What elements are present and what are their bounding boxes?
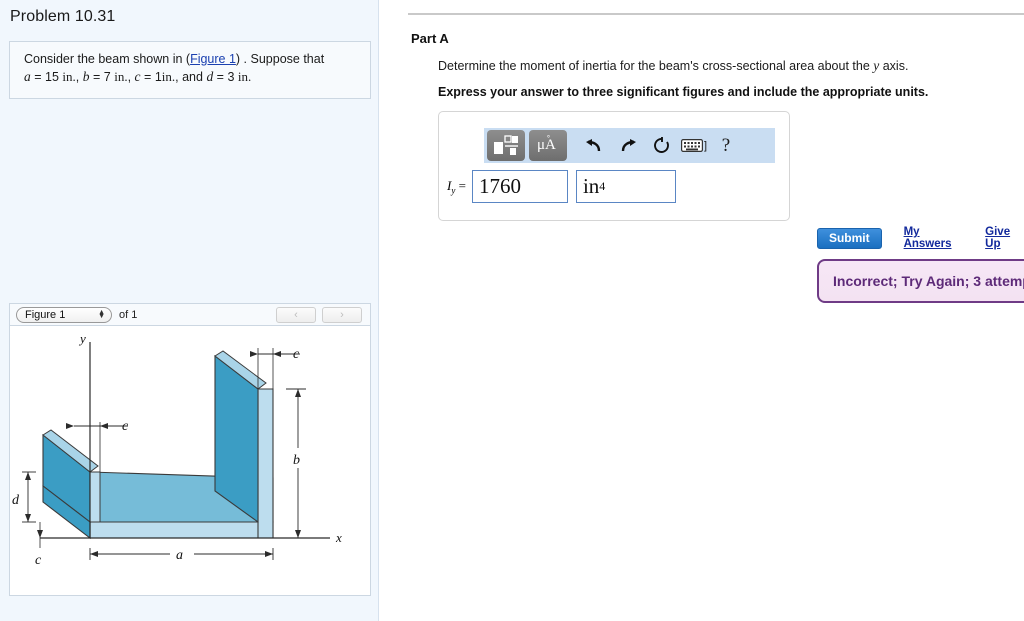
given-c-value: 1 — [154, 70, 162, 84]
answer-unit-input[interactable]: in 4 — [575, 170, 676, 203]
dimension-label-b: b — [293, 453, 300, 468]
undo-arrow-glyph — [586, 138, 601, 151]
template-blocks-icon[interactable] — [487, 130, 525, 161]
problem-statement-line1: Consider the beam shown in (Figure 1) . … — [24, 51, 356, 68]
math-editor-toolbar: μA °] ? — [484, 128, 775, 163]
given-b-unit: in. — [114, 69, 128, 84]
figure-prev-button[interactable]: ‹ — [276, 306, 316, 323]
dimension-label-c-bottom: c — [35, 553, 42, 568]
equals-sign: = — [458, 177, 466, 193]
ring-diacritic-icon: ° — [546, 134, 551, 143]
answer-value-input[interactable]: 1760 — [471, 170, 568, 203]
reset-circle-glyph — [654, 136, 669, 153]
problem-panel: Problem 10.31 Consider the beam shown in… — [0, 0, 379, 621]
question-prompt: Determine the moment of inertia for the … — [438, 58, 1008, 74]
dimension-label-c-mid: c — [122, 419, 129, 434]
feedback-banner: Incorrect; Try Again; 3 attempts remaini… — [817, 259, 1024, 303]
answer-instruction: Express your answer to three significant… — [438, 85, 929, 99]
symbol-subscript: y — [451, 185, 456, 196]
chevron-left-icon: ‹ — [294, 308, 298, 321]
statement-prefix: Consider the beam shown in ( — [24, 52, 191, 66]
figure-count-label: of 1 — [119, 308, 138, 321]
help-glyph: ? — [721, 134, 731, 156]
given-c-unit: in. — [161, 69, 176, 84]
page-title: Problem 10.31 — [10, 8, 116, 25]
figure-select-value: Figure 1 — [25, 308, 66, 321]
figure-next-button[interactable]: › — [322, 306, 362, 323]
figure-select-dropdown[interactable]: Figure 1 ▲ ▼ — [16, 306, 112, 323]
application-root: Problem 10.31 Consider the beam shown in… — [0, 0, 1024, 621]
given-c-var: c — [134, 69, 141, 84]
given-b-var: b — [82, 69, 90, 84]
axis-label-y: y — [78, 331, 86, 346]
answer-unit-exponent: 4 — [599, 179, 606, 193]
figure-1-link[interactable]: Figure 1 — [190, 52, 236, 66]
given-d-var: d — [206, 69, 214, 84]
given-c-eq: = — [144, 70, 152, 84]
reset-icon[interactable] — [645, 131, 679, 161]
chevron-updown-icon: ▲ ▼ — [98, 308, 105, 320]
panel-divider — [408, 13, 1024, 15]
template-blocks-glyph — [494, 134, 518, 155]
given-a-var: a — [24, 69, 31, 84]
given-d-eq: = — [216, 70, 224, 84]
statement-suffix: ) . Suppose that — [235, 52, 325, 66]
given-d-unit: in. — [237, 69, 252, 84]
given-a-eq: = — [34, 70, 42, 84]
dimension-label-d: d — [12, 493, 20, 508]
answer-panel: Part A Determine the moment of inertia f… — [380, 0, 1024, 621]
help-icon[interactable]: ? — [709, 131, 743, 161]
keyboard-bracket: ] — [703, 139, 708, 152]
micro-angstrom-units-icon[interactable]: μA ° — [529, 130, 567, 161]
answer-entry-box: μA °] ? Iy = 1760 in 4 — [438, 111, 790, 221]
question-pre: Determine the moment of inertia for the … — [438, 59, 874, 73]
figure-viewport[interactable]: y x a b c c d c — [9, 325, 371, 596]
feedback-message: Incorrect; Try Again; 3 attempts remaini… — [833, 273, 1024, 289]
given-a-value: 15 — [45, 70, 59, 84]
undo-icon[interactable] — [577, 131, 611, 161]
keyboard-glyph — [680, 139, 703, 152]
problem-statement-line2: a = 15 in., b = 7 in., c = 1in., and d =… — [24, 69, 252, 84]
given-d-value: 3 — [227, 70, 235, 84]
dimension-label-c-top: c — [293, 347, 300, 362]
my-answers-link[interactable]: My Answers — [904, 226, 964, 250]
answer-value-text: 1760 — [478, 174, 521, 198]
given-a-unit: in. — [62, 69, 76, 84]
dimension-label-a: a — [176, 548, 183, 563]
submit-button[interactable]: Submit — [817, 227, 882, 249]
part-a-heading: Part A — [411, 31, 449, 46]
axis-label-x: x — [335, 530, 342, 545]
redo-arrow-glyph — [621, 138, 636, 151]
given-b-eq: = — [92, 70, 101, 84]
give-up-link[interactable]: Give Up — [985, 226, 1024, 250]
chevron-right-icon: › — [340, 308, 344, 321]
answer-actions-row: Submit My Answers Give Up — [817, 226, 1024, 250]
answer-input-row: Iy = 1760 in 4 — [447, 170, 676, 203]
keyboard-icon[interactable]: ] — [679, 131, 709, 161]
beam-cross-section-diagram: y x a b c c d c — [12, 331, 342, 568]
answer-unit-base: in — [582, 174, 600, 198]
redo-icon[interactable] — [611, 131, 645, 161]
problem-statement-box: Consider the beam shown in (Figure 1) . … — [9, 41, 371, 99]
question-post: axis. — [879, 59, 909, 73]
answer-symbol-label: Iy = — [447, 178, 466, 196]
given-b-value: 7 — [103, 70, 111, 84]
figure-navigation-bar: Figure 1 ▲ ▼ of 1 ‹ › — [9, 303, 371, 325]
